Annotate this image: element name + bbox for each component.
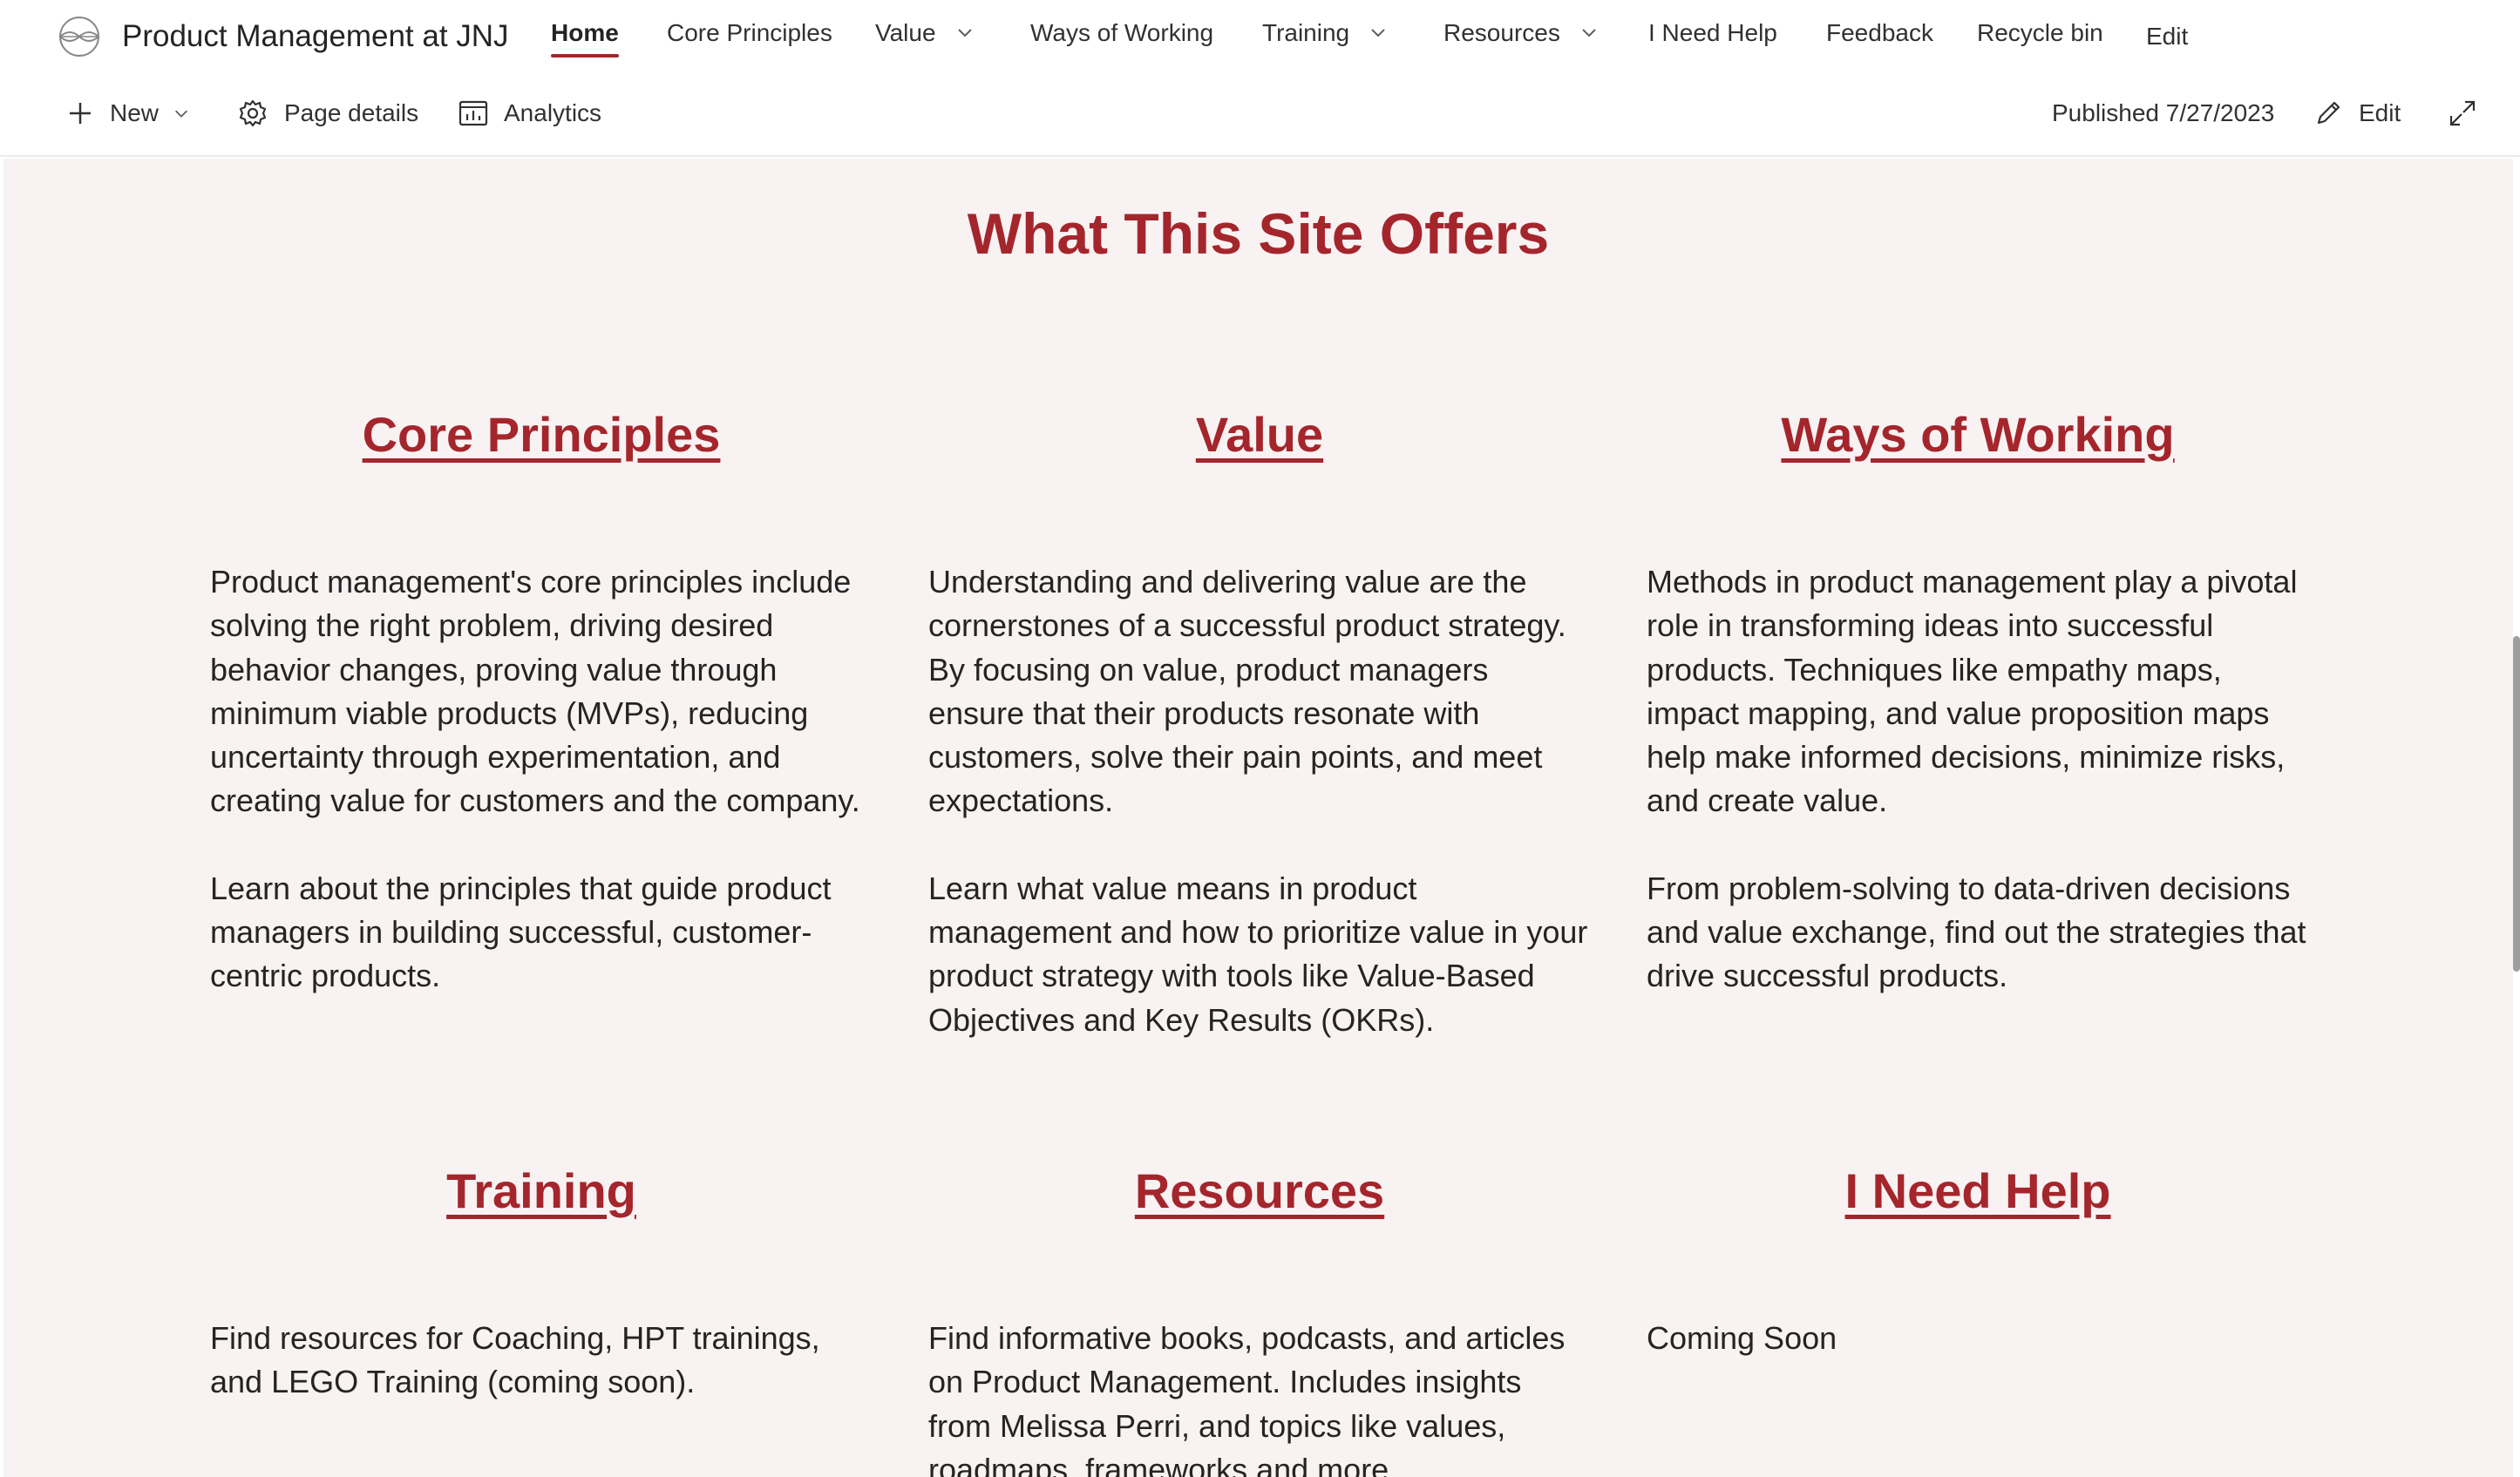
nav-home-label: Home [551,19,619,46]
card-body-i-need-help: Coming Soon [1647,1317,2309,1360]
nav-value[interactable]: Value [875,16,975,58]
nav-ways-of-working-label: Ways of Working [1030,19,1214,46]
card-paragraph: Methods in product management play a piv… [1647,564,2298,819]
expand-button[interactable] [2448,91,2477,136]
card-body-core-principles: Product management's core principles inc… [210,560,873,999]
card-title-resources[interactable]: Resources [928,1161,1591,1222]
card-paragraph: Learn what value means in product manage… [928,870,1588,1038]
nav-edit-label: Edit [2146,23,2189,50]
card-paragraph: Coming Soon [1647,1320,1837,1356]
nav-resources[interactable]: Resources [1443,16,1599,58]
nav-i-need-help-label: I Need Help [1648,19,1777,46]
edit-page-label: Edit [2359,99,2401,126]
page-details-label: Page details [284,99,419,126]
card-paragraph: Product management's core principles inc… [210,564,860,819]
card-body-ways-of-working: Methods in product management play a piv… [1647,560,2309,999]
main-content: What This Site Offers Core Principles Pr… [3,159,2513,1477]
chevron-down-icon [1371,29,1385,37]
nav-resources-label: Resources [1443,19,1560,46]
page-details-button[interactable]: Page details [237,91,418,136]
active-nav-indicator [551,54,619,58]
card-title-ways-of-working[interactable]: Ways of Working [1647,404,2309,465]
card-paragraph: Find informative books, podcasts, and ar… [928,1320,1566,1477]
new-button-label: New [110,99,160,126]
card-body-training: Find resources for Coaching, HPT trainin… [210,1317,873,1405]
card-title-training[interactable]: Training [210,1161,873,1222]
published-date: Published 7/27/2023 [2052,99,2275,126]
nav-feedback[interactable]: Feedback [1826,16,1933,58]
card-title-core-principles[interactable]: Core Principles [210,404,873,465]
card-paragraph: Find resources for Coaching, HPT trainin… [210,1320,820,1400]
site-title[interactable]: Product Management at JNJ [122,16,509,58]
new-button[interactable]: New [66,91,190,136]
card-title-value[interactable]: Value [928,404,1591,465]
nav-ways-of-working[interactable]: Ways of Working [1030,16,1213,58]
card-body-resources: Find informative books, podcasts, and ar… [928,1317,1591,1477]
nav-training[interactable]: Training [1262,16,1388,58]
chevron-down-icon [175,110,188,118]
nav-recycle-bin[interactable]: Recycle bin [1977,16,2103,58]
nav-value-label: Value [875,19,936,46]
card-paragraph: Learn about the principles that guide pr… [210,870,832,994]
chevron-down-icon [957,29,972,37]
analytics-button[interactable]: Analytics [458,91,601,136]
analytics-icon [458,100,488,126]
card-paragraph: Understanding and delivering value are t… [928,564,1566,819]
command-bar: New Page details Analytics Published 7/2… [0,73,2520,157]
nav-edit[interactable]: Edit [2146,19,2188,61]
nav-recycle-bin-label: Recycle bin [1977,19,2103,46]
top-navigation: Product Management at JNJ Home Core Prin… [0,0,2520,73]
expand-icon [2449,100,2476,126]
nav-core-principles-label: Core Principles [667,19,832,46]
section-title: What This Site Offers [967,201,1550,266]
card-title-i-need-help[interactable]: I Need Help [1647,1161,2309,1222]
nav-feedback-label: Feedback [1826,19,1933,46]
published-status: Published 7/27/2023 [2052,91,2274,136]
scrollbar-thumb[interactable] [2513,636,2520,972]
nav-home[interactable]: Home [551,16,619,58]
analytics-label: Analytics [504,99,602,126]
card-body-value: Understanding and delivering value are t… [928,560,1591,1042]
edit-page-button[interactable]: Edit [2313,91,2401,136]
chevron-down-icon [1582,29,1596,37]
card-paragraph: From problem-solving to data-driven deci… [1647,870,2306,994]
pencil-icon [2317,101,2340,125]
plus-icon [70,103,91,124]
nav-training-label: Training [1262,19,1350,46]
nav-i-need-help[interactable]: I Need Help [1648,16,1777,58]
site-logo-icon[interactable] [56,16,103,58]
nav-core-principles[interactable]: Core Principles [667,16,832,58]
gear-icon [239,99,267,127]
